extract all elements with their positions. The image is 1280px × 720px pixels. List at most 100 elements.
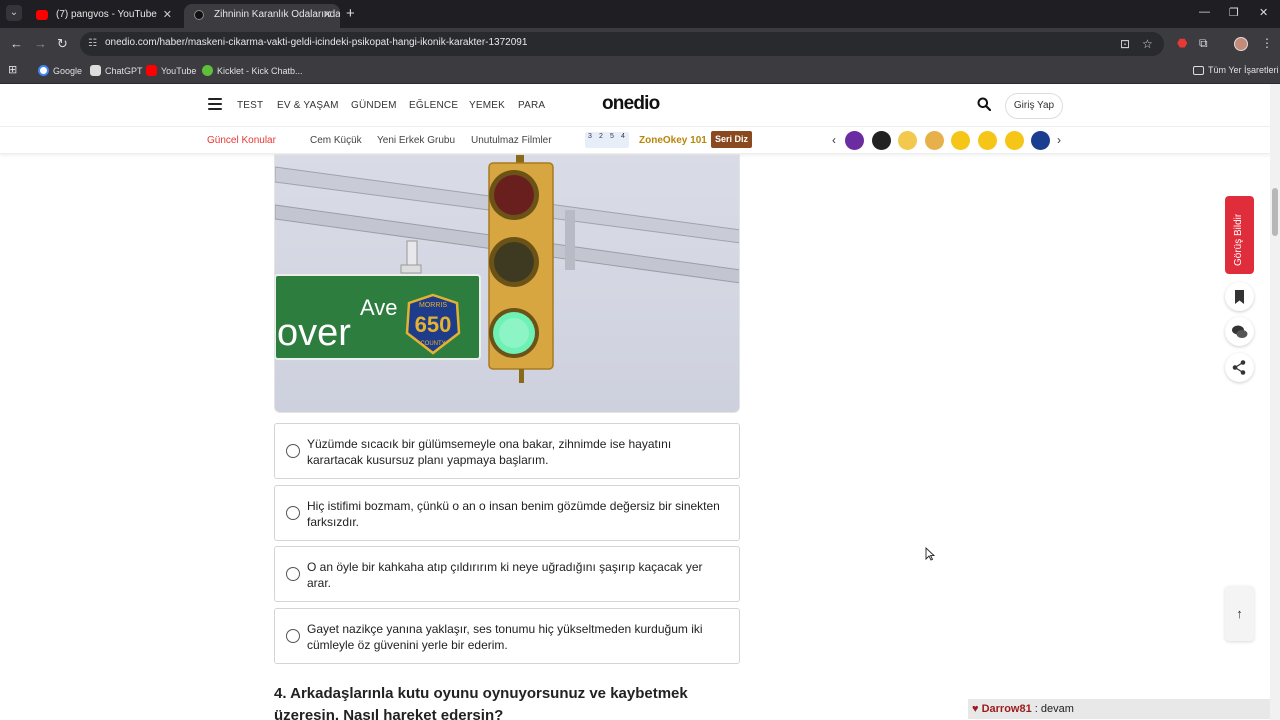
question-image: over Ave MORRIS 650 COUNTY: [274, 154, 740, 413]
onedio-favicon-icon: [194, 10, 204, 20]
answer-text: Gayet nazikçe yanına yaklaşır, ses tonum…: [307, 622, 703, 652]
topics-heading[interactable]: Güncel Konular: [207, 135, 276, 146]
login-button[interactable]: Giriş Yap: [1005, 93, 1063, 119]
youtube-favicon-icon: [36, 10, 48, 20]
reaction-emoji-icon[interactable]: [845, 131, 864, 150]
share-icon: [1232, 360, 1246, 375]
bookmark-icon: [1235, 290, 1244, 304]
browser-tabstrip: ⌄ (7) pangvos - YouTube ✕ Zihninin Karan…: [0, 0, 1280, 28]
answer-text: Yüzümde sıcacık bir gülümsemeyle ona bak…: [307, 437, 672, 467]
hamburger-menu-icon[interactable]: [208, 98, 222, 110]
url-text: onedio.com/haber/maskeni-cikarma-vakti-g…: [105, 37, 528, 48]
bookmark-chatgpt[interactable]: ChatGPT: [90, 65, 143, 76]
extensions-puzzle-icon[interactable]: ⧉: [1199, 36, 1208, 51]
share-button[interactable]: [1225, 353, 1254, 382]
topic-link[interactable]: Unutulmaz Filmler: [471, 135, 552, 146]
nav-test[interactable]: TEST: [237, 100, 263, 111]
topics-bar: Güncel Konular Cem Küçük Yeni Erkek Grub…: [0, 127, 1270, 154]
chevron-left-icon[interactable]: ‹: [832, 133, 836, 147]
restore-icon[interactable]: ❐: [1229, 6, 1239, 19]
nav-gundem[interactable]: GÜNDEM: [351, 100, 397, 111]
topic-link[interactable]: Cem Küçük: [310, 135, 362, 146]
tab-title: (7) pangvos - YouTube: [56, 9, 157, 20]
tab-search-chevron-icon[interactable]: ⌄: [6, 5, 22, 21]
comments-button[interactable]: [1225, 317, 1254, 346]
radio-button[interactable]: [286, 444, 300, 458]
tab-onedio[interactable]: Zihninin Karanlık Odalarında Ka ✕: [184, 4, 340, 28]
bookmarks-bar: ⊞ Google ChatGPT YouTube Kicklet - Kick …: [0, 60, 1280, 84]
nav-eglence[interactable]: EĞLENCE: [409, 100, 458, 111]
bookmark-star-icon[interactable]: ☆: [1142, 37, 1153, 51]
youtube-icon: [146, 65, 157, 76]
radio-button[interactable]: [286, 567, 300, 581]
apps-grid-icon[interactable]: ⊞: [8, 63, 17, 76]
nav-para[interactable]: PARA: [518, 100, 545, 111]
sign-street-name: over: [277, 312, 351, 354]
extension-icon[interactable]: ⬣: [1177, 36, 1187, 50]
zoneokey-link[interactable]: ZoneOkey 101: [639, 135, 707, 146]
answer-text: Hiç istifimi bozmam, çünkü o an o insan …: [307, 499, 720, 529]
shield-top-text: MORRIS: [419, 302, 447, 309]
address-bar[interactable]: ☷ onedio.com/haber/maskeni-cikarma-vakti…: [80, 32, 1164, 56]
reaction-emoji-icon[interactable]: [924, 131, 944, 150]
back-arrow-icon[interactable]: ←: [10, 36, 23, 52]
bookmark-button[interactable]: [1225, 282, 1254, 311]
all-bookmarks[interactable]: Tüm Yer İşaretleri: [1193, 65, 1279, 75]
reaction-emoji-icon[interactable]: [898, 131, 918, 150]
bookmark-kicklet[interactable]: Kicklet - Kick Chatb...: [202, 65, 303, 76]
question-heading: 4. Arkadaşlarınla kutu oyunu oynuyorsunu…: [274, 685, 688, 720]
reaction-emoji-icon[interactable]: [1031, 131, 1051, 150]
reaction-emoji-icon[interactable]: [978, 131, 997, 150]
profile-avatar[interactable]: [1234, 37, 1248, 51]
folder-icon: [1193, 66, 1204, 75]
nav-yemek[interactable]: YEMEK: [469, 100, 505, 111]
chat-username: Darrow81: [981, 703, 1032, 715]
tab-close-icon[interactable]: ✕: [323, 4, 332, 26]
answer-option-3[interactable]: O an öyle bir kahkaha atıp çıldırırım ki…: [274, 546, 740, 602]
tab-youtube[interactable]: (7) pangvos - YouTube ✕: [26, 4, 180, 28]
site-logo[interactable]: onedio: [602, 93, 660, 115]
bookmark-google[interactable]: Google: [38, 65, 82, 76]
google-icon: [38, 65, 49, 76]
site-info-icon[interactable]: ☷: [88, 38, 97, 49]
search-icon[interactable]: [977, 97, 991, 111]
chat-separator: :: [1031, 703, 1041, 715]
mouse-cursor-icon: [925, 547, 935, 561]
window-close-icon[interactable]: ✕: [1259, 6, 1268, 19]
forward-arrow-icon[interactable]: →: [34, 36, 47, 52]
answer-option-1[interactable]: Yüzümde sıcacık bir gülümsemeyle ona bak…: [274, 423, 740, 479]
kicklet-icon: [202, 65, 213, 76]
chat-message: devam: [1040, 703, 1074, 715]
new-tab-plus-icon[interactable]: +: [346, 5, 355, 23]
traffic-light-illustration: over Ave MORRIS 650 COUNTY: [275, 155, 739, 383]
tab-title: Zihninin Karanlık Odalarında Ka: [214, 9, 340, 20]
zoneokey-tiles-icon[interactable]: 3 2 5 4: [585, 132, 629, 148]
scrollbar-thumb[interactable]: [1272, 188, 1278, 236]
topic-link[interactable]: Yeni Erkek Grubu: [377, 135, 455, 146]
reaction-emoji-icon[interactable]: [871, 131, 891, 150]
scroll-to-top-button[interactable]: ↑: [1225, 586, 1254, 641]
shield-bottom-text: COUNTY: [420, 341, 445, 347]
chevron-right-icon[interactable]: ›: [1057, 133, 1061, 147]
reaction-emoji-icon[interactable]: [951, 131, 971, 150]
bookmark-youtube[interactable]: YouTube: [146, 65, 196, 76]
screen: ⌄ (7) pangvos - YouTube ✕ Zihninin Karan…: [0, 0, 1280, 720]
answer-option-4[interactable]: Gayet nazikçe yanına yaklaşır, ses tonum…: [274, 608, 740, 664]
chatgpt-icon: [90, 65, 101, 76]
minimize-icon[interactable]: —: [1199, 6, 1210, 18]
browser-toolbar: ← → ↻ ☷ onedio.com/haber/maskeni-cikarma…: [0, 28, 1280, 60]
feedback-button[interactable]: Görüş Bildir: [1225, 196, 1254, 274]
radio-button[interactable]: [286, 629, 300, 643]
comment-bubbles-icon: [1232, 325, 1248, 338]
answer-option-2[interactable]: Hiç istifimi bozmam, çünkü o an o insan …: [274, 485, 740, 541]
install-app-icon[interactable]: ⊡: [1120, 37, 1130, 51]
shield-number: 650: [415, 312, 452, 337]
browser-menu-icon[interactable]: ⋮: [1261, 36, 1273, 50]
seri-diz-badge[interactable]: Seri Diz: [711, 131, 752, 148]
page-scrollbar[interactable]: [1270, 84, 1280, 720]
radio-button[interactable]: [286, 506, 300, 520]
tab-close-icon[interactable]: ✕: [163, 4, 172, 26]
reaction-emoji-icon[interactable]: [1004, 131, 1024, 150]
reload-icon[interactable]: ↻: [57, 36, 68, 52]
nav-ev-yasam[interactable]: EV & YAŞAM: [277, 100, 339, 111]
